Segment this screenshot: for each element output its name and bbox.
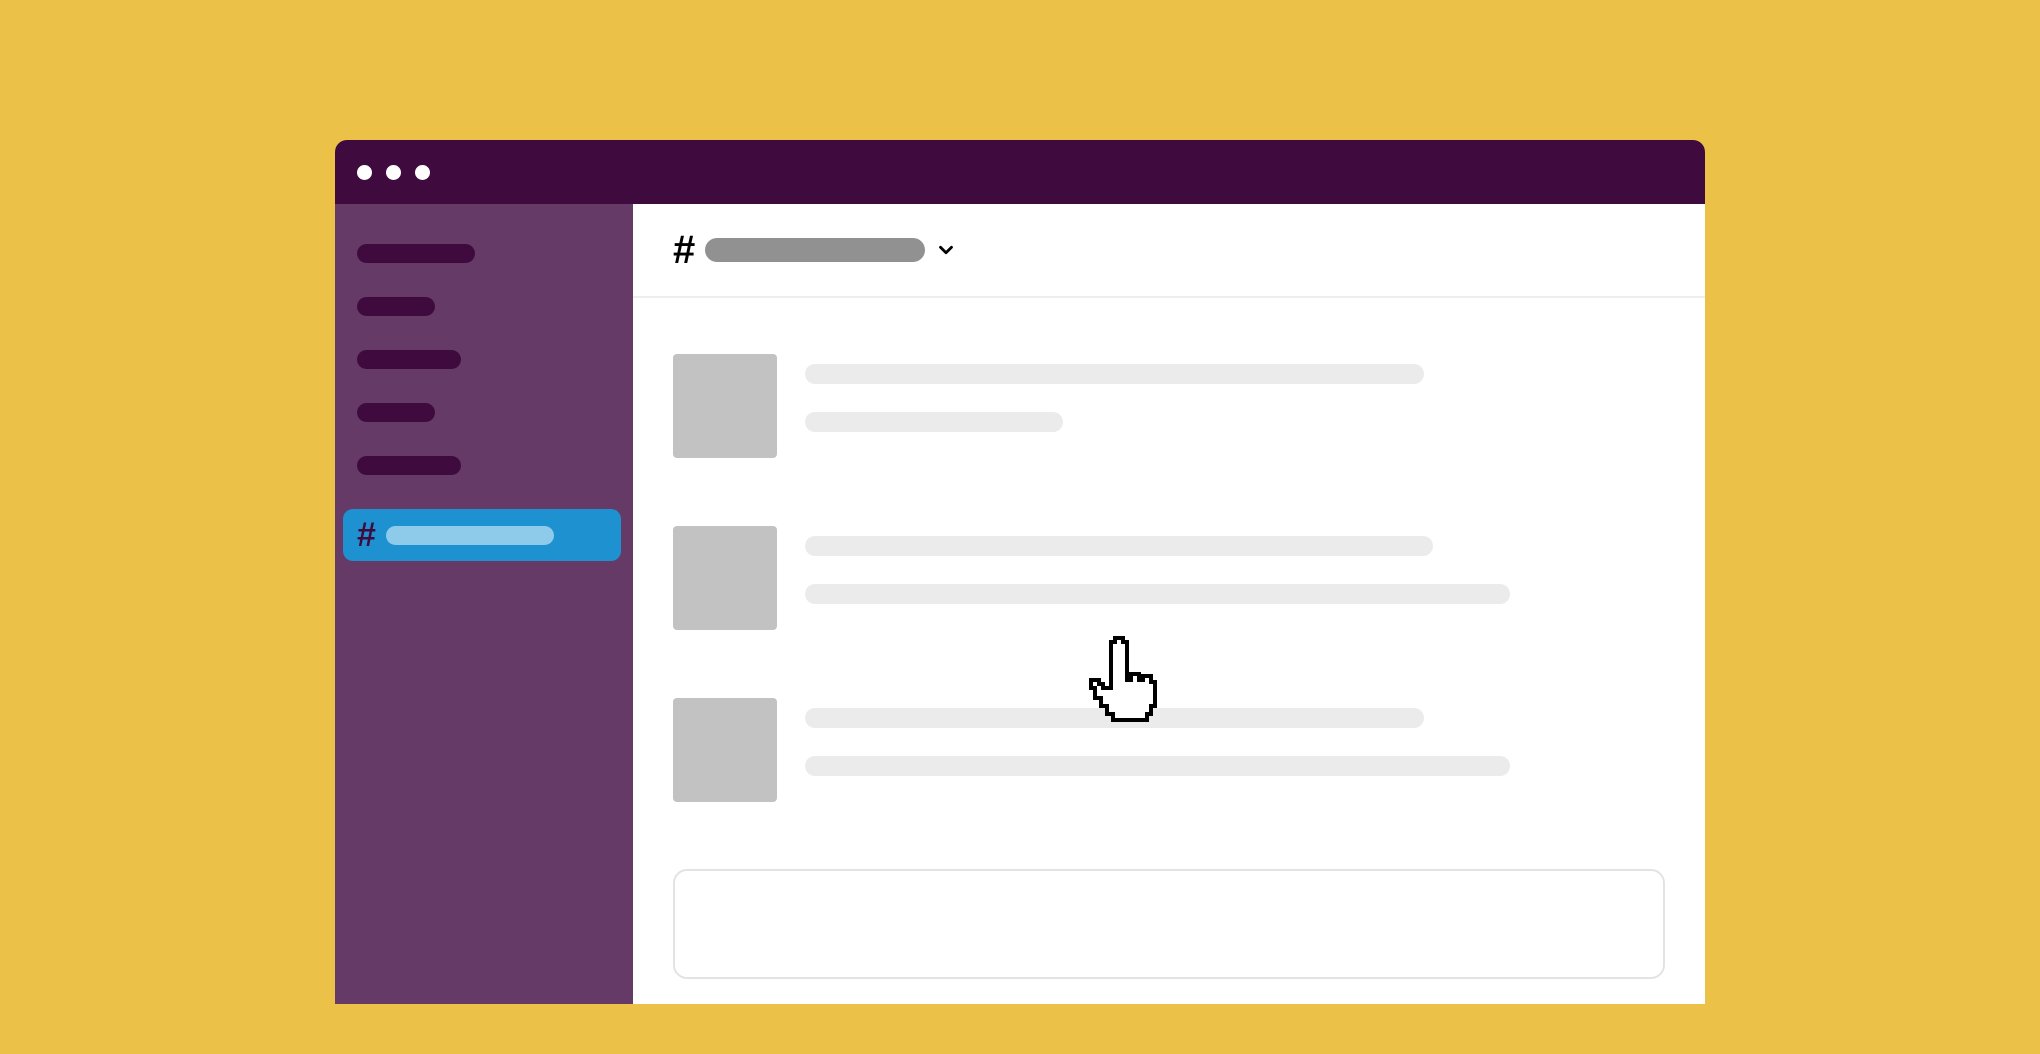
hash-icon: #: [357, 518, 376, 552]
titlebar: [335, 140, 1705, 204]
avatar[interactable]: [673, 526, 777, 630]
message-text-line: [805, 412, 1063, 432]
sidebar-active-channel-label: [386, 526, 554, 545]
compose-area: [673, 869, 1665, 984]
message-text-line: [805, 536, 1433, 556]
sidebar-item[interactable]: [357, 297, 435, 316]
app-window: # #: [335, 140, 1705, 1004]
sidebar-active-channel[interactable]: #: [343, 509, 621, 561]
message-list: [633, 298, 1705, 802]
message-text-line: [805, 364, 1424, 384]
app-body: # #: [335, 204, 1705, 1004]
sidebar-item[interactable]: [357, 350, 461, 369]
message-body: [805, 354, 1665, 458]
message-body: [805, 526, 1665, 630]
window-control-minimize[interactable]: [386, 165, 401, 180]
sidebar-item[interactable]: [357, 456, 461, 475]
message-input[interactable]: [673, 869, 1665, 979]
avatar[interactable]: [673, 354, 777, 458]
hash-icon: #: [673, 230, 695, 270]
message-body: [805, 698, 1665, 802]
message-text-line: [805, 756, 1510, 776]
chevron-down-icon[interactable]: [935, 239, 957, 261]
message-text-line: [805, 708, 1424, 728]
message-row[interactable]: [673, 698, 1665, 802]
avatar[interactable]: [673, 698, 777, 802]
sidebar-item[interactable]: [357, 403, 435, 422]
channel-name: [705, 238, 925, 262]
main-panel: #: [633, 204, 1705, 1004]
message-row[interactable]: [673, 526, 1665, 630]
message-row[interactable]: [673, 354, 1665, 458]
window-control-maximize[interactable]: [415, 165, 430, 180]
sidebar-item[interactable]: [357, 244, 475, 263]
message-text-line: [805, 584, 1510, 604]
sidebar: #: [335, 204, 633, 1004]
channel-header: #: [633, 204, 1705, 298]
window-control-close[interactable]: [357, 165, 372, 180]
